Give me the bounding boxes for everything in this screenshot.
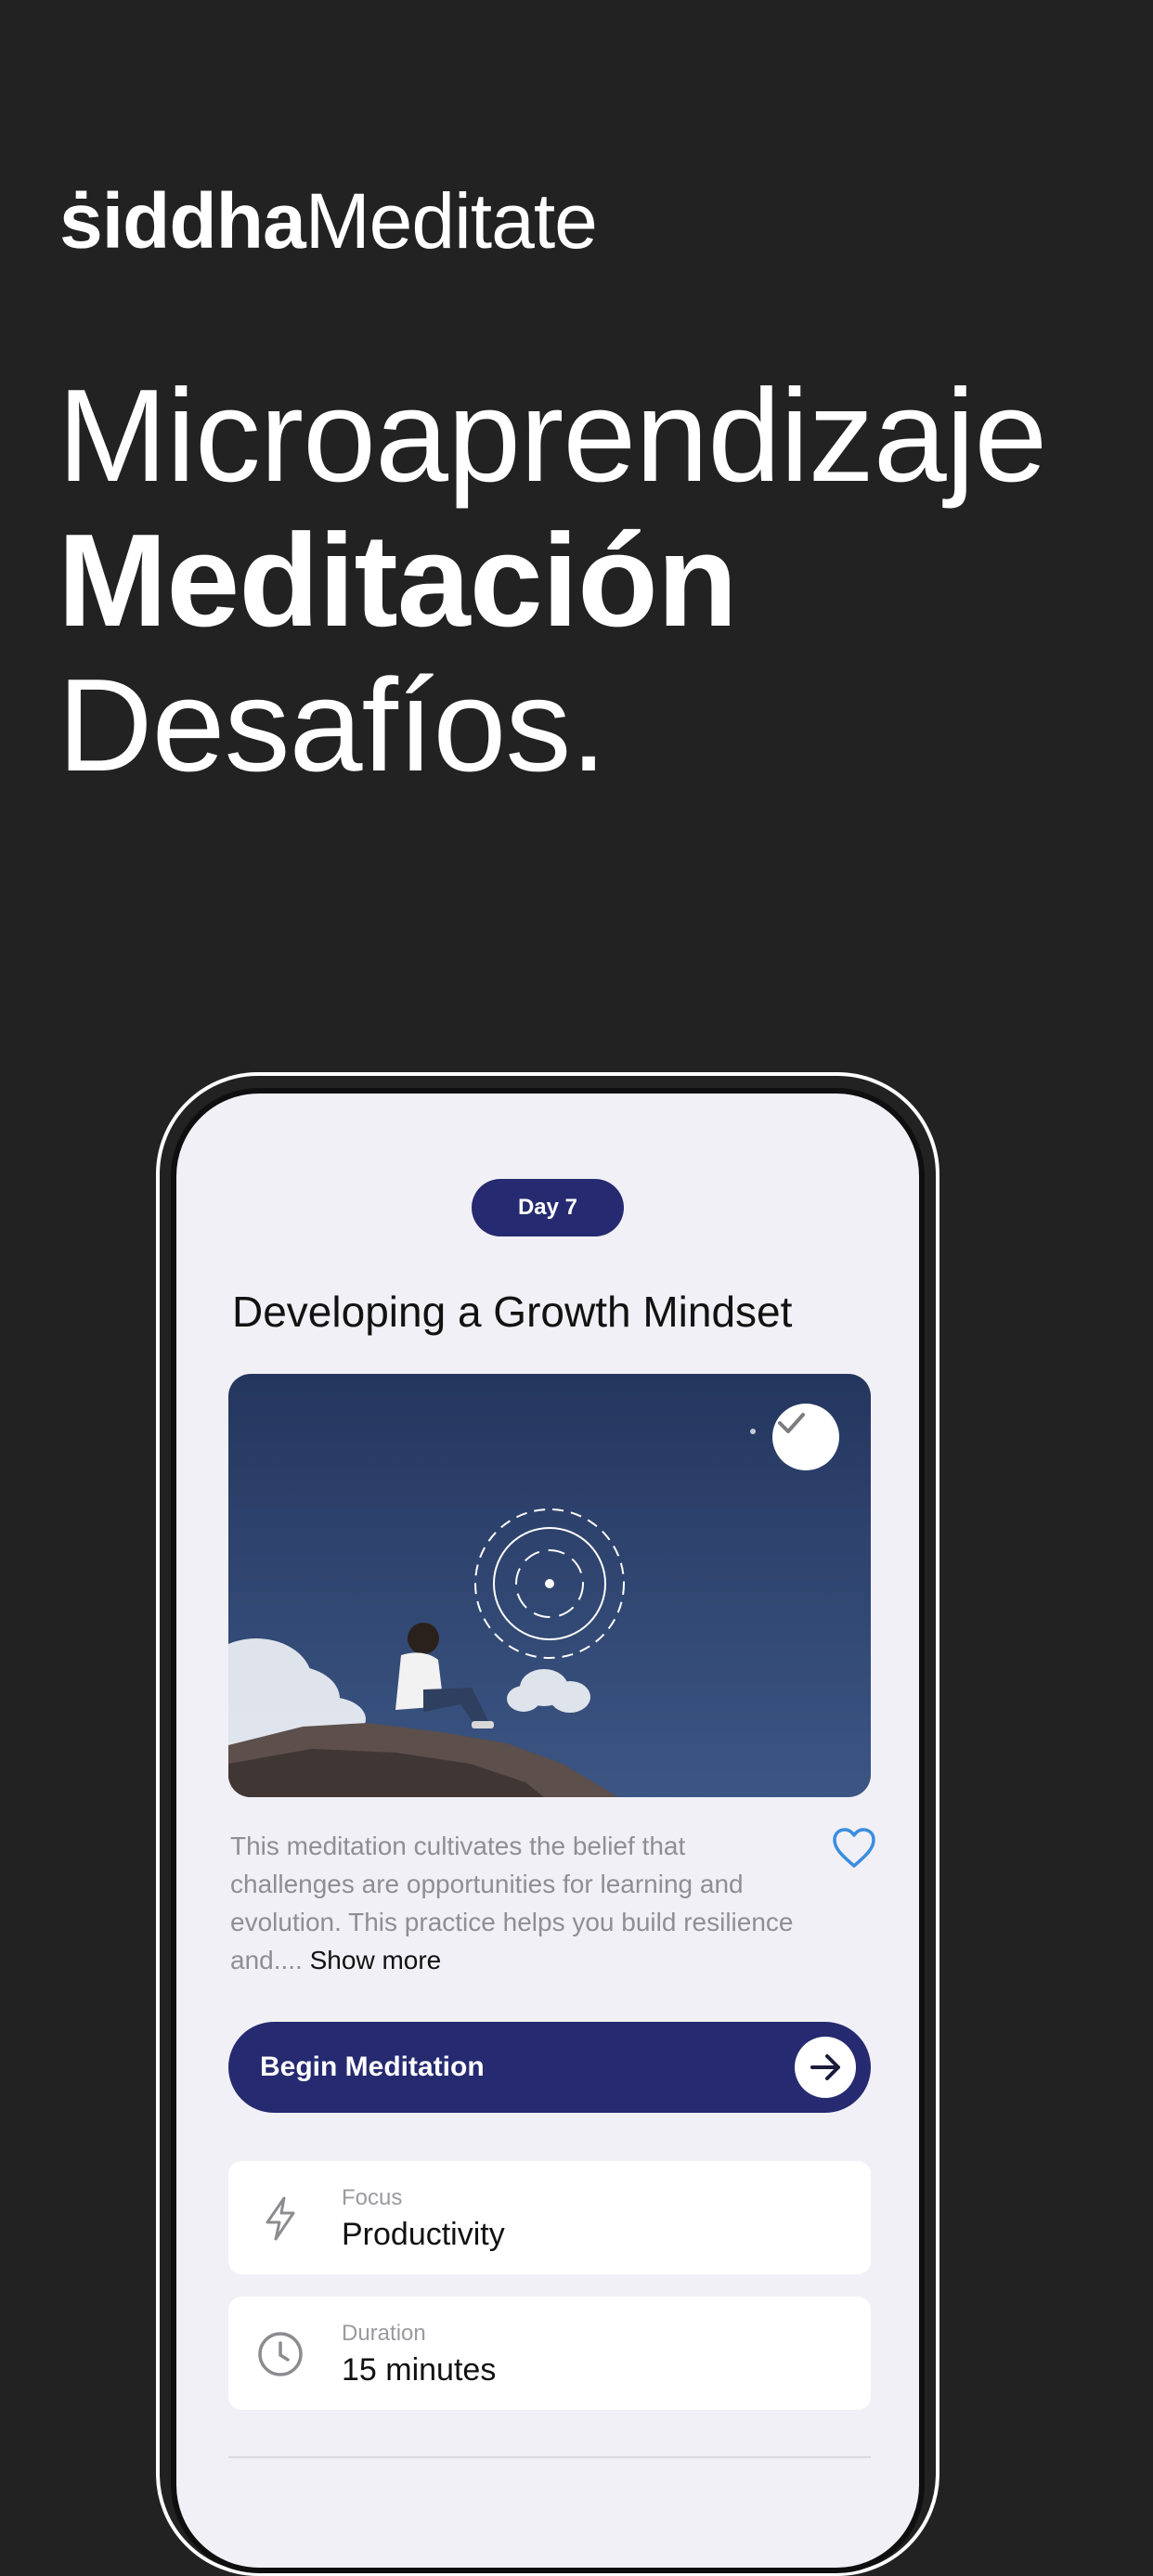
clock-icon [254, 2328, 306, 2380]
lesson-title: Developing a Growth Mindset [232, 1288, 793, 1336]
duration-label: Duration [342, 2321, 426, 2346]
lightning-icon [254, 2193, 306, 2245]
focus-label: Focus [342, 2185, 403, 2210]
hero-image[interactable] [228, 1374, 871, 1797]
day-badge: Day 7 [472, 1179, 624, 1236]
arrow-right-icon [795, 2037, 856, 2098]
brand-logo-part2: Meditate [304, 177, 598, 265]
duration-card: Duration 15 minutes [228, 2297, 871, 2410]
headline-line-3: Desafíos. [58, 652, 607, 799]
focus-value: Productivity [342, 2217, 505, 2252]
heart-icon[interactable] [832, 1827, 876, 1870]
brand-logo: ṡiddhaMeditate [59, 182, 598, 260]
lesson-description: This meditation cultivates the belief th… [230, 1827, 806, 1979]
duration-value: 15 minutes [342, 2352, 497, 2388]
focus-card: Focus Productivity [228, 2161, 871, 2274]
headline-line-2: Meditación [58, 507, 738, 654]
begin-meditation-button[interactable]: Begin Meditation [228, 2022, 871, 2113]
show-more-link[interactable]: Show more [310, 1946, 442, 1974]
headline: Microaprendizaje Meditación Desafíos. [58, 362, 1047, 799]
completed-check-icon [772, 1404, 839, 1470]
headline-line-1: Microaprendizaje [58, 362, 1047, 510]
begin-meditation-label: Begin Meditation [260, 2052, 485, 2082]
brand-logo-part1: ṡiddha [59, 177, 306, 265]
divider [228, 2456, 871, 2458]
phone-screen: Day 7 Developing a Growth Mindset This m… [171, 1088, 925, 2573]
